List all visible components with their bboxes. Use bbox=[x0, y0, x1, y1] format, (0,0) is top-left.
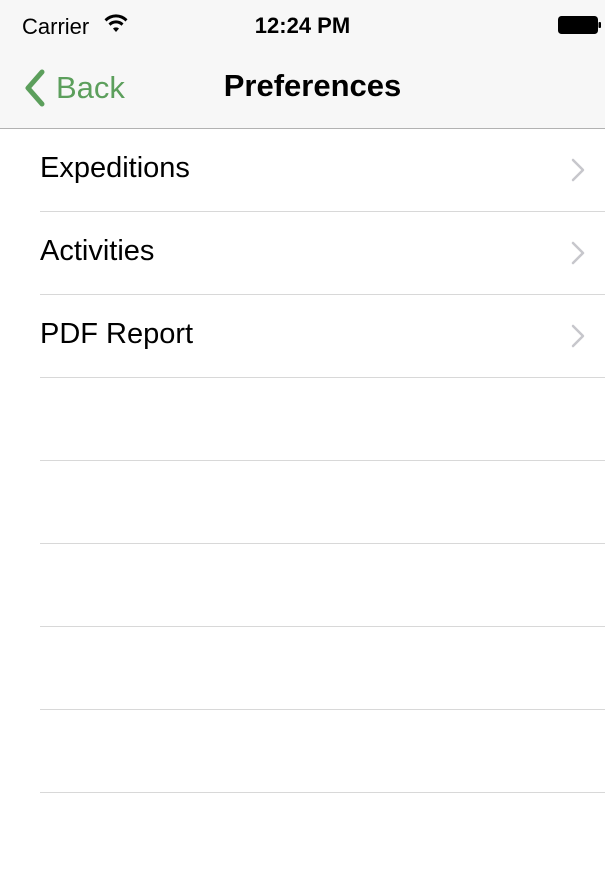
empty-row bbox=[40, 627, 605, 710]
list-item-label: Expeditions bbox=[40, 152, 190, 184]
chevron-right-icon bbox=[571, 158, 585, 182]
battery-full-icon bbox=[558, 16, 601, 34]
chevron-right-icon bbox=[571, 324, 585, 348]
preferences-table: Expeditions Activities PDF Report bbox=[0, 129, 605, 793]
list-item-label: Activities bbox=[40, 235, 155, 267]
preferences-screen: Carrier 12:24 PM Back Preferences Expedi… bbox=[0, 0, 605, 875]
chevron-right-icon bbox=[571, 241, 585, 265]
status-bar: Carrier 12:24 PM bbox=[0, 0, 605, 48]
navigation-bar: Back Preferences bbox=[0, 48, 605, 129]
empty-row bbox=[40, 378, 605, 461]
list-item-pdf-report[interactable]: PDF Report bbox=[40, 295, 605, 378]
page-title: Preferences bbox=[223, 68, 402, 103]
empty-row bbox=[40, 710, 605, 793]
empty-row bbox=[40, 544, 605, 627]
status-time: 12:24 PM bbox=[254, 13, 351, 38]
empty-row bbox=[40, 461, 605, 544]
list-item-expeditions[interactable]: Expeditions bbox=[40, 129, 605, 212]
list-item-activities[interactable]: Activities bbox=[40, 212, 605, 295]
list-item-label: PDF Report bbox=[40, 318, 194, 350]
